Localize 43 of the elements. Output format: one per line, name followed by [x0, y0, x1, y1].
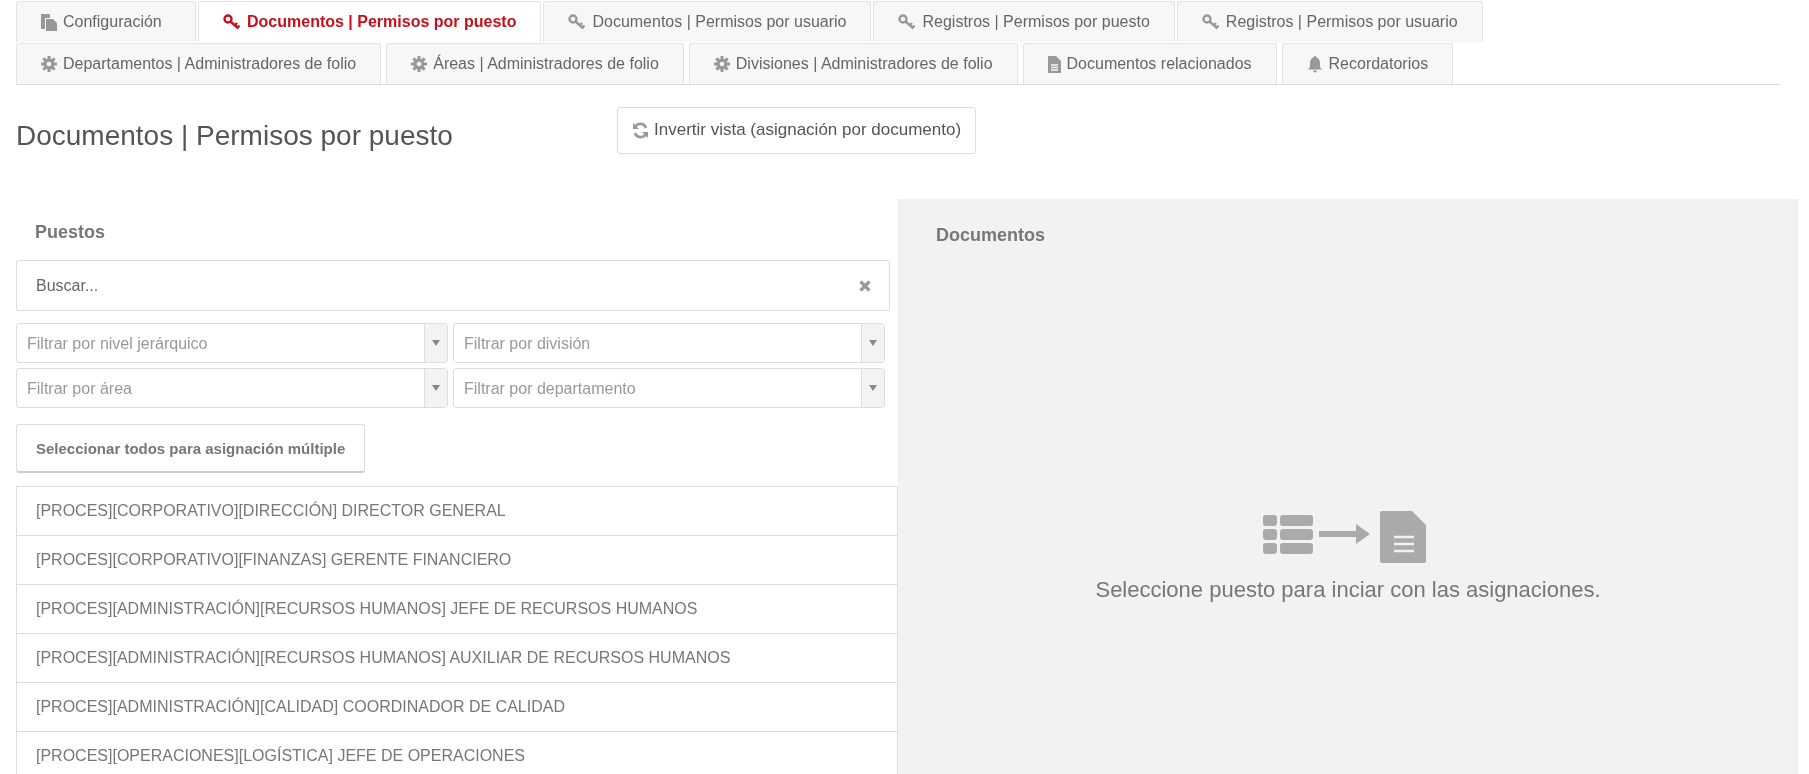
invert-view-button[interactable]: Invertir vista (asignación por documento)	[617, 106, 977, 154]
tab[interactable]: Registros | Permisos por puesto	[873, 1, 1175, 42]
key-icon	[1201, 14, 1220, 30]
position-list-item[interactable]: [PROCES][ADMINISTRACIÓN][RECURSOS HUMANOS] JEFE DE RECURSOS HUMANOS	[17, 585, 897, 634]
position-list-item[interactable]: [PROCES][ADMINISTRACIÓN][CALIDAD] COORDINADOR DE CALIDAD	[17, 683, 897, 732]
page-title: Documentos | Permisos por puesto	[16, 120, 454, 152]
document-icon	[1047, 55, 1061, 73]
section-title: Puestos	[34, 221, 107, 244]
caret-icon	[432, 340, 440, 346]
tab[interactable]: Documentos | Permisos por puesto	[198, 1, 542, 42]
refresh-icon	[632, 121, 649, 139]
gear-icon	[713, 56, 730, 72]
filter-dropdown[interactable]: Filtrar por división	[453, 323, 885, 363]
tab[interactable]: Documentos | Permisos por usuario	[543, 1, 872, 42]
caret-icon	[869, 340, 877, 346]
key-icon	[223, 14, 241, 30]
tab[interactable]: Registros | Permisos por usuario	[1176, 1, 1483, 42]
position-list-item[interactable]: [PROCES][CORPORATIVO][FINANZAS] GERENTE FINANCIERO	[17, 536, 897, 585]
section-title: Documentos	[935, 224, 1046, 246]
filter-dropdown[interactable]: Filtrar por nivel jerárquico	[16, 323, 448, 363]
gear-icon	[41, 56, 57, 72]
tab[interactable]: Departamentos | Administradores de folio	[16, 43, 382, 84]
caret-icon	[869, 385, 877, 391]
tab[interactable]: Áreas | Administradores de folio	[386, 43, 684, 84]
empty-message: Seleccione puesto para inciar con las asignaciones.	[1095, 577, 1601, 603]
key-icon	[898, 14, 917, 30]
filter-dropdown[interactable]: Filtrar por área	[16, 368, 448, 408]
clear-icon[interactable]	[859, 280, 871, 292]
key-icon	[568, 14, 587, 30]
tab[interactable]: Divisiones | Administradores de folio	[688, 43, 1018, 84]
tab[interactable]: Documentos relacionados	[1022, 43, 1277, 84]
filter-dropdown[interactable]: Filtrar por departamento	[453, 368, 885, 408]
select-all-button[interactable]: Seleccionar todos para asignación múltiple	[16, 424, 366, 473]
position-list-item[interactable]: [PROCES][CORPORATIVO][DIRECCIÓN] DIRECTOR GENERAL	[17, 487, 897, 536]
tab[interactable]: Recordatorios	[1281, 43, 1454, 84]
copy-icon	[41, 13, 57, 31]
bell-icon	[1306, 55, 1323, 73]
position-list-item[interactable]: [PROCES][OPERACIONES][LOGÍSTICA] JEFE DE OPERACIONES	[17, 732, 897, 774]
gear-icon	[411, 56, 428, 72]
tab[interactable]: Configuración	[16, 1, 196, 42]
position-list-item[interactable]: [PROCES][ADMINISTRACIÓN][RECURSOS HUMANOS] AUXILIAR DE RECURSOS HUMANOS	[17, 634, 897, 683]
search-field[interactable]: Buscar...	[16, 260, 890, 311]
caret-icon	[432, 385, 440, 391]
